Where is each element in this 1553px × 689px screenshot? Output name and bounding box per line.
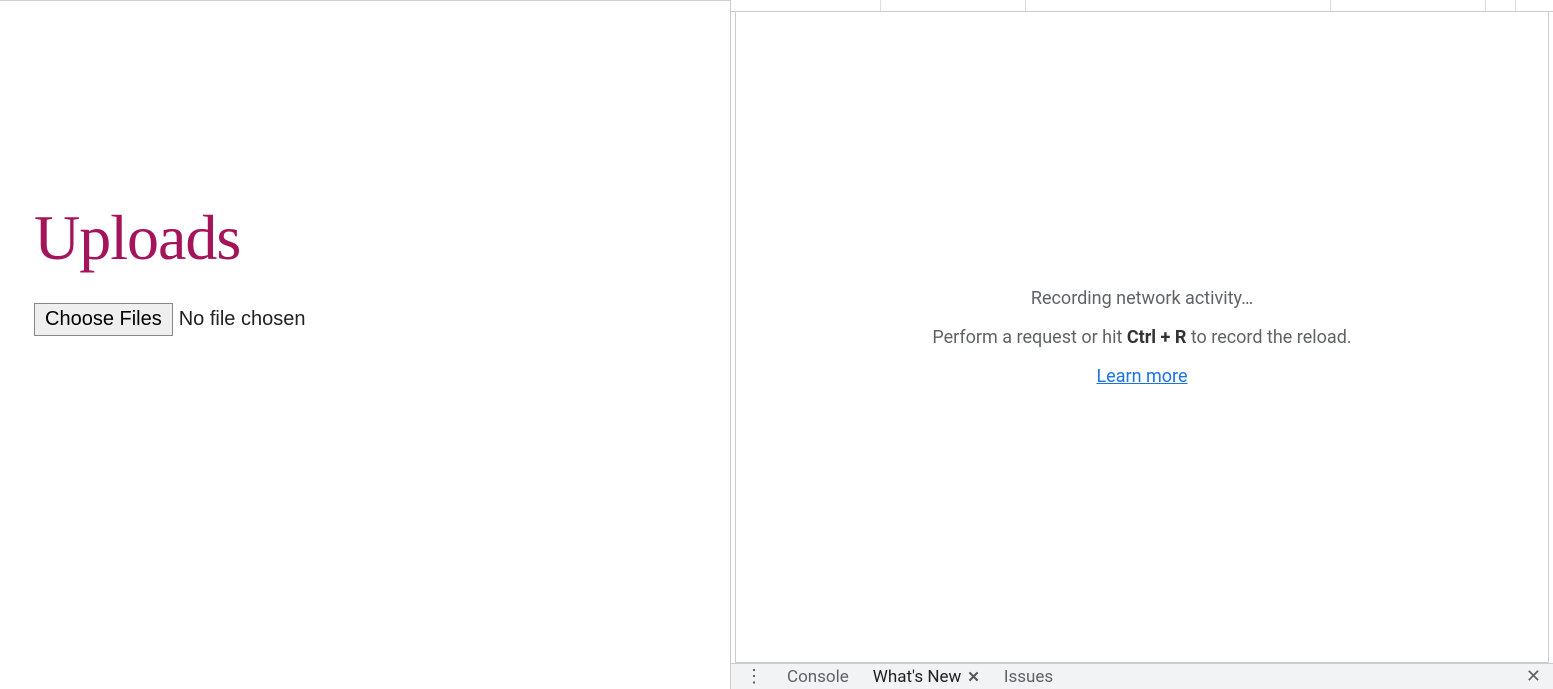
network-table-header: [731, 0, 1553, 12]
network-column-header[interactable]: [1516, 0, 1553, 11]
drawer-tab-what-s-new[interactable]: What's New ✕: [873, 665, 980, 689]
devtools-panel: Recording network activity… Perform a re…: [730, 0, 1553, 689]
network-column-header[interactable]: [1331, 0, 1486, 11]
shortcut-key: Ctrl + R: [1127, 327, 1187, 348]
choose-files-button[interactable]: Choose Files: [34, 303, 173, 336]
network-column-header[interactable]: [731, 0, 881, 11]
page-content: Uploads Choose Files No file chosen: [0, 0, 730, 689]
recording-status: Recording network activity…: [1031, 288, 1253, 309]
drawer-tab-label: Console: [787, 667, 849, 687]
instruction-text-before: Perform a request or hit: [932, 327, 1126, 348]
file-input-status: No file chosen: [179, 308, 306, 331]
instruction-text-after: to record the reload.: [1186, 327, 1351, 348]
kebab-menu-icon[interactable]: ⋮: [739, 666, 769, 687]
learn-more-link[interactable]: Learn more: [1096, 366, 1187, 387]
page-title: Uploads: [34, 201, 730, 275]
recording-instruction: Perform a request or hit Ctrl + R to rec…: [932, 327, 1351, 348]
network-column-header[interactable]: [1026, 0, 1331, 11]
drawer-tab-issues[interactable]: Issues: [1004, 665, 1053, 689]
file-input-row: Choose Files No file chosen: [34, 303, 730, 336]
network-empty-state: Recording network activity… Perform a re…: [735, 12, 1549, 663]
close-icon[interactable]: ✕: [1526, 666, 1541, 687]
drawer-tabs: ⋮ Console What's New ✕ Issues ✕: [731, 663, 1553, 689]
network-column-header[interactable]: [881, 0, 1026, 11]
drawer-tab-label: Issues: [1004, 667, 1053, 687]
network-column-header[interactable]: [1486, 0, 1516, 11]
drawer-tab-console[interactable]: Console: [787, 665, 849, 689]
drawer-tab-label: What's New: [873, 667, 961, 687]
close-icon[interactable]: ✕: [967, 668, 980, 686]
